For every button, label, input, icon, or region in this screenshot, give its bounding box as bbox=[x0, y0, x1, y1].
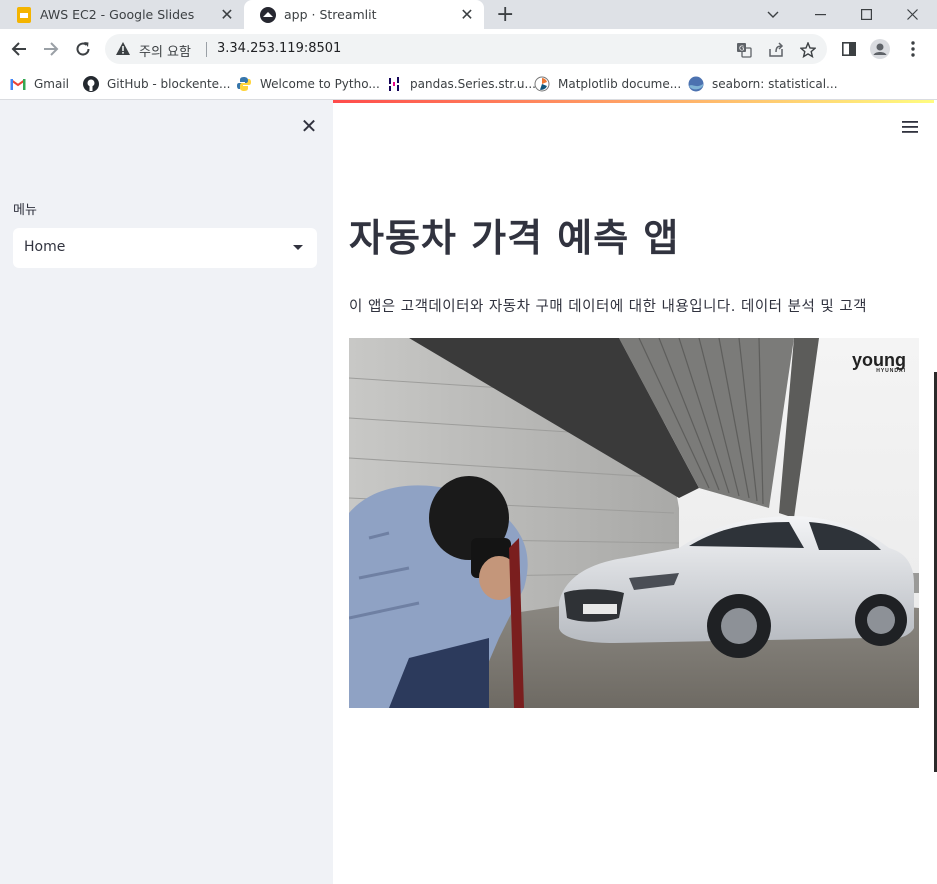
seaborn-icon bbox=[688, 76, 704, 92]
bookmark-gmail[interactable]: Gmail bbox=[10, 74, 69, 94]
tab-streamlit[interactable]: app · Streamlit ✕ bbox=[244, 0, 484, 29]
profile-avatar[interactable] bbox=[869, 39, 891, 59]
young-logo: young HYUNDAI bbox=[852, 350, 906, 374]
url-text[interactable]: 3.34.253.119:8501 bbox=[217, 41, 341, 56]
header-decoration bbox=[333, 100, 937, 103]
browser-tab-strip: AWS EC2 - Google Slides ✕ app · Streamli… bbox=[0, 0, 937, 29]
menu-select[interactable]: Home bbox=[13, 228, 317, 268]
close-window-button[interactable] bbox=[889, 0, 935, 29]
hamburger-menu-icon[interactable] bbox=[902, 118, 918, 137]
github-icon bbox=[83, 76, 99, 92]
more-menu-icon[interactable] bbox=[902, 39, 924, 59]
logo-text: young bbox=[852, 350, 906, 370]
tab-title: app · Streamlit bbox=[284, 7, 377, 22]
page-title: 자동차 가격 예측 앱 bbox=[349, 216, 680, 260]
maximize-button[interactable] bbox=[843, 0, 889, 29]
warning-icon[interactable] bbox=[115, 41, 131, 60]
gmail-icon bbox=[10, 76, 26, 92]
security-warning-text[interactable]: 주의 요함 bbox=[139, 41, 191, 60]
bookmark-label: Matplotlib docume... bbox=[558, 77, 682, 91]
bookmark-matplotlib[interactable]: Matplotlib docume... bbox=[534, 74, 681, 94]
bookmarks-bar: Gmail GitHub - blockente... Welcome to P… bbox=[0, 69, 937, 100]
app-description: 이 앱은 고객데이터와 자동차 구매 데이터에 대한 내용입니다. 데이터 분석… bbox=[349, 299, 868, 315]
minimize-button[interactable] bbox=[797, 0, 843, 29]
menu-selected-value: Home bbox=[24, 239, 66, 255]
tab-title: AWS EC2 - Google Slides bbox=[40, 7, 195, 22]
bookmark-label: seaborn: statistical... bbox=[712, 77, 838, 91]
address-bar[interactable]: 주의 요함 3.34.253.119:8501 G bbox=[105, 34, 827, 64]
close-tab-icon[interactable]: ✕ bbox=[218, 5, 236, 24]
reload-button[interactable] bbox=[69, 35, 97, 63]
new-tab-button[interactable]: + bbox=[496, 2, 514, 27]
share-icon[interactable] bbox=[767, 42, 785, 58]
back-button[interactable] bbox=[5, 35, 33, 63]
bookmark-pandas[interactable]: pandas.Series.str.u... bbox=[386, 74, 536, 94]
pandas-icon bbox=[386, 76, 402, 92]
streamlit-icon bbox=[260, 6, 276, 23]
bookmark-label: pandas.Series.str.u... bbox=[410, 77, 536, 91]
python-icon bbox=[236, 76, 252, 92]
translate-icon[interactable]: G bbox=[735, 42, 753, 58]
google-slides-icon bbox=[16, 6, 32, 23]
tab-search-icon[interactable] bbox=[750, 0, 796, 29]
bookmark-python[interactable]: Welcome to Pytho... bbox=[236, 74, 380, 94]
close-sidebar-icon[interactable]: ✕ bbox=[298, 114, 320, 138]
menu-label: 메뉴 bbox=[13, 203, 37, 218]
chevron-down-icon bbox=[293, 245, 303, 250]
svg-text:G: G bbox=[739, 45, 744, 53]
bookmark-label: Gmail bbox=[34, 77, 70, 91]
main-content: 자동차 가격 예측 앱 이 앱은 고객데이터와 자동차 구매 데이터에 대한 내… bbox=[333, 100, 937, 884]
bookmark-star-icon[interactable] bbox=[799, 42, 817, 58]
close-tab-icon[interactable]: ✕ bbox=[458, 5, 476, 24]
bookmark-label: Welcome to Pytho... bbox=[260, 77, 380, 91]
bookmark-label: GitHub - blockente... bbox=[107, 77, 231, 91]
sidebar: ✕ 메뉴 Home bbox=[0, 100, 333, 884]
side-panel-icon[interactable] bbox=[838, 39, 860, 59]
divider bbox=[206, 42, 207, 57]
forward-button[interactable] bbox=[37, 35, 65, 63]
bookmark-github[interactable]: GitHub - blockente... bbox=[83, 74, 230, 94]
hero-car-image: young HYUNDAI bbox=[349, 338, 919, 708]
matplotlib-icon bbox=[534, 76, 550, 92]
bookmark-seaborn[interactable]: seaborn: statistical... bbox=[688, 74, 838, 94]
tab-google-slides[interactable]: AWS EC2 - Google Slides ✕ bbox=[0, 0, 244, 29]
